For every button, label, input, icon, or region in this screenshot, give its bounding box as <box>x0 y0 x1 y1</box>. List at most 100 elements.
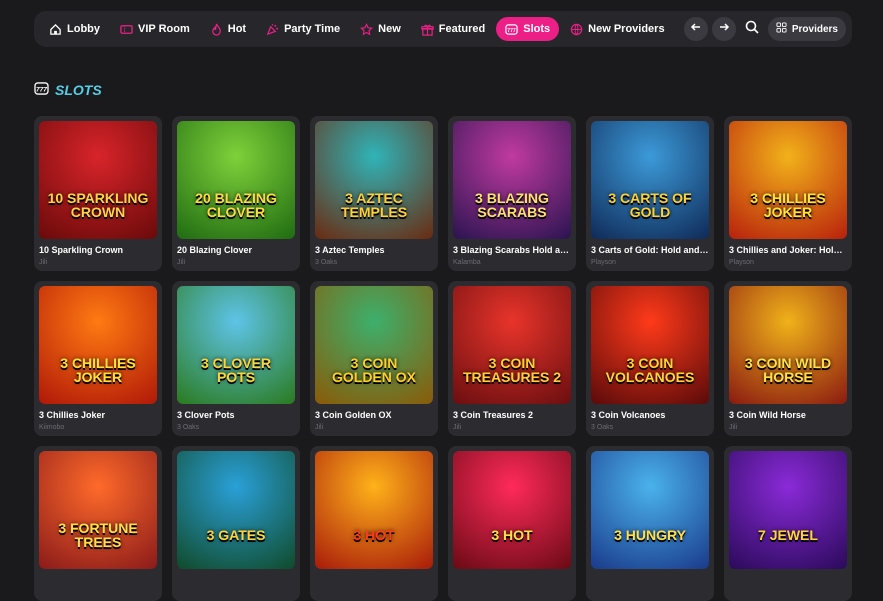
game-provider: 3 Oaks <box>591 424 614 431</box>
game-thumbnail[interactable]: 3 Aztec Temples <box>315 121 433 239</box>
game-provider: Jili <box>315 424 324 431</box>
game-card[interactable]: 3 Hot <box>448 446 576 601</box>
game-logo-text: 3 Clover Pots <box>200 355 271 385</box>
svg-text:777: 777 <box>508 27 517 33</box>
game-title: 3 Chillies and Joker: Hold and Win <box>729 245 847 255</box>
game-logo-text: 3 Hungry <box>614 527 686 543</box>
category-tabs: Lobby VIP Room Hot Party Time New Featured 777… <box>40 17 684 41</box>
tab-featured[interactable]: Featured <box>412 17 494 41</box>
game-provider: Jili <box>453 424 462 431</box>
arrow-left-icon <box>690 20 702 38</box>
game-title: 3 Coin Wild Horse <box>729 410 806 420</box>
game-thumbnail[interactable]: 3 Chillies Joker <box>39 286 157 404</box>
search-button[interactable] <box>740 17 764 41</box>
game-title: 3 Coin Golden OX <box>315 410 392 420</box>
search-icon <box>745 20 759 39</box>
game-title: 3 Blazing Scarabs Hold and Win <box>453 245 571 255</box>
game-card[interactable]: 3 Clover Pots 3 Clover Pots 3 Oaks <box>172 281 300 436</box>
tab-party-time[interactable]: Party Time <box>257 17 349 41</box>
tab-new-providers[interactable]: New Providers <box>561 17 673 41</box>
game-thumbnail[interactable]: 3 Hungry <box>591 451 709 569</box>
game-thumbnail[interactable]: 3 Coin Golden OX <box>315 286 433 404</box>
game-thumbnail[interactable]: 3 Clover Pots <box>177 286 295 404</box>
game-provider: Kiimobo <box>39 424 65 431</box>
game-card[interactable]: 3 Coin Treasures 2 3 Coin Treasures 2 Jili <box>448 281 576 436</box>
game-logo-text: 3 Chillies Joker <box>750 190 826 220</box>
section-header: 777 SLOTS <box>34 82 102 98</box>
game-card[interactable]: 3 Coin Wild Horse 3 Coin Wild Horse Jili <box>724 281 852 436</box>
game-thumbnail[interactable]: 3 Coin Volcanoes <box>591 286 709 404</box>
game-provider: Playson <box>591 259 616 266</box>
game-logo-text: 3 Carts of Gold <box>608 190 692 220</box>
providers-label: Providers <box>791 23 838 35</box>
game-card[interactable]: 3 Coin Golden OX 3 Coin Golden OX Jili <box>310 281 438 436</box>
game-thumbnail[interactable]: 3 Hot <box>453 451 571 569</box>
game-logo-text: 3 Gates <box>206 527 266 543</box>
tab-label: New Providers <box>588 23 665 35</box>
game-thumbnail[interactable]: 10 Sparkling Crown <box>39 121 157 239</box>
confetti-icon <box>266 23 279 36</box>
game-thumbnail[interactable]: 7 Jewel <box>729 451 847 569</box>
nav-prev-button[interactable] <box>683 17 708 41</box>
game-thumbnail[interactable]: 3 Hot <box>315 451 433 569</box>
game-card[interactable]: 3 Blazing Scarabs 3 Blazing Scarabs Hold … <box>448 116 576 271</box>
game-card[interactable]: 3 Chillies Joker 3 Chillies Joker Kiimobo <box>34 281 162 436</box>
providers-button[interactable]: Providers <box>767 17 846 41</box>
game-logo-text: 3 Blazing Scarabs <box>475 190 549 220</box>
game-logo-text: 3 Coin Wild Horse <box>744 355 832 385</box>
tab-label: Slots <box>523 23 551 35</box>
game-logo-text: 3 Hot <box>353 527 395 543</box>
tab-label: Featured <box>438 23 486 35</box>
game-thumbnail[interactable]: 3 Carts of Gold <box>591 121 709 239</box>
game-thumbnail[interactable]: 3 Coin Wild Horse <box>729 286 847 404</box>
game-card[interactable]: 3 Carts of Gold 3 Carts of Gold: Hold and… <box>586 116 714 271</box>
tab-label: VIP Room <box>138 23 190 35</box>
game-logo-text: 3 Aztec Temples <box>340 190 408 220</box>
game-provider: Playson <box>729 259 754 266</box>
ticket-icon <box>120 23 133 36</box>
tab-slots[interactable]: 777 Slots <box>496 17 560 41</box>
game-logo-text: 20 Blazing Clover <box>195 190 277 220</box>
game-card[interactable]: 10 Sparkling Crown 10 Sparkling Crown Jili <box>34 116 162 271</box>
game-card[interactable]: 20 Blazing Clover 20 Blazing Clover Jili <box>172 116 300 271</box>
game-card[interactable]: 3 Chillies Joker 3 Chillies and Joker: Ho… <box>724 116 852 271</box>
game-thumbnail[interactable]: 3 Gates <box>177 451 295 569</box>
game-thumbnail[interactable]: 3 Chillies Joker <box>729 121 847 239</box>
game-card[interactable]: 3 Hot <box>310 446 438 601</box>
game-title: 3 Aztec Temples <box>315 245 385 255</box>
game-thumbnail[interactable]: 3 Fortune Trees <box>39 451 157 569</box>
game-card[interactable]: 3 Gates <box>172 446 300 601</box>
game-title: 3 Coin Treasures 2 <box>453 410 534 420</box>
game-logo-text: 3 Coin Volcanoes <box>605 355 695 385</box>
game-card[interactable]: 3 Aztec Temples 3 Aztec Temples 3 Oaks <box>310 116 438 271</box>
game-card[interactable]: 7 Jewel <box>724 446 852 601</box>
tab-label: Lobby <box>67 23 100 35</box>
section-title: SLOTS <box>55 82 102 98</box>
tab-label: Party Time <box>284 23 341 35</box>
game-thumbnail[interactable]: 3 Coin Treasures 2 <box>453 286 571 404</box>
game-title: 20 Blazing Clover <box>177 245 253 255</box>
game-thumbnail[interactable]: 3 Blazing Scarabs <box>453 121 571 239</box>
tab-hot[interactable]: Hot <box>201 17 255 41</box>
game-logo-text: 3 Coin Treasures 2 <box>462 355 562 385</box>
nav-next-button[interactable] <box>711 17 736 41</box>
game-provider: Kalamba <box>453 259 481 266</box>
nav-controls: Providers <box>683 17 846 41</box>
game-logo-text: 10 Sparkling Crown <box>47 190 149 220</box>
slot-machine-icon: 777 <box>505 23 518 36</box>
game-title: 3 Coin Volcanoes <box>591 410 666 420</box>
game-provider: 3 Oaks <box>177 424 200 431</box>
game-logo-text: 3 Hot <box>491 527 533 543</box>
svg-text:777: 777 <box>36 86 47 93</box>
game-thumbnail[interactable]: 20 Blazing Clover <box>177 121 295 239</box>
game-card[interactable]: 3 Coin Volcanoes 3 Coin Volcanoes 3 Oaks <box>586 281 714 436</box>
game-logo-text: 3 Coin Golden OX <box>331 355 416 385</box>
tab-vip-room[interactable]: VIP Room <box>111 17 199 41</box>
tab-new[interactable]: New <box>351 17 410 41</box>
game-card[interactable]: 3 Fortune Trees <box>34 446 162 601</box>
game-logo-text: 3 Chillies Joker <box>60 355 136 385</box>
grid-icon <box>776 22 787 36</box>
game-card[interactable]: 3 Hungry <box>586 446 714 601</box>
game-title: 3 Chillies Joker <box>39 410 106 420</box>
tab-lobby[interactable]: Lobby <box>40 17 109 41</box>
